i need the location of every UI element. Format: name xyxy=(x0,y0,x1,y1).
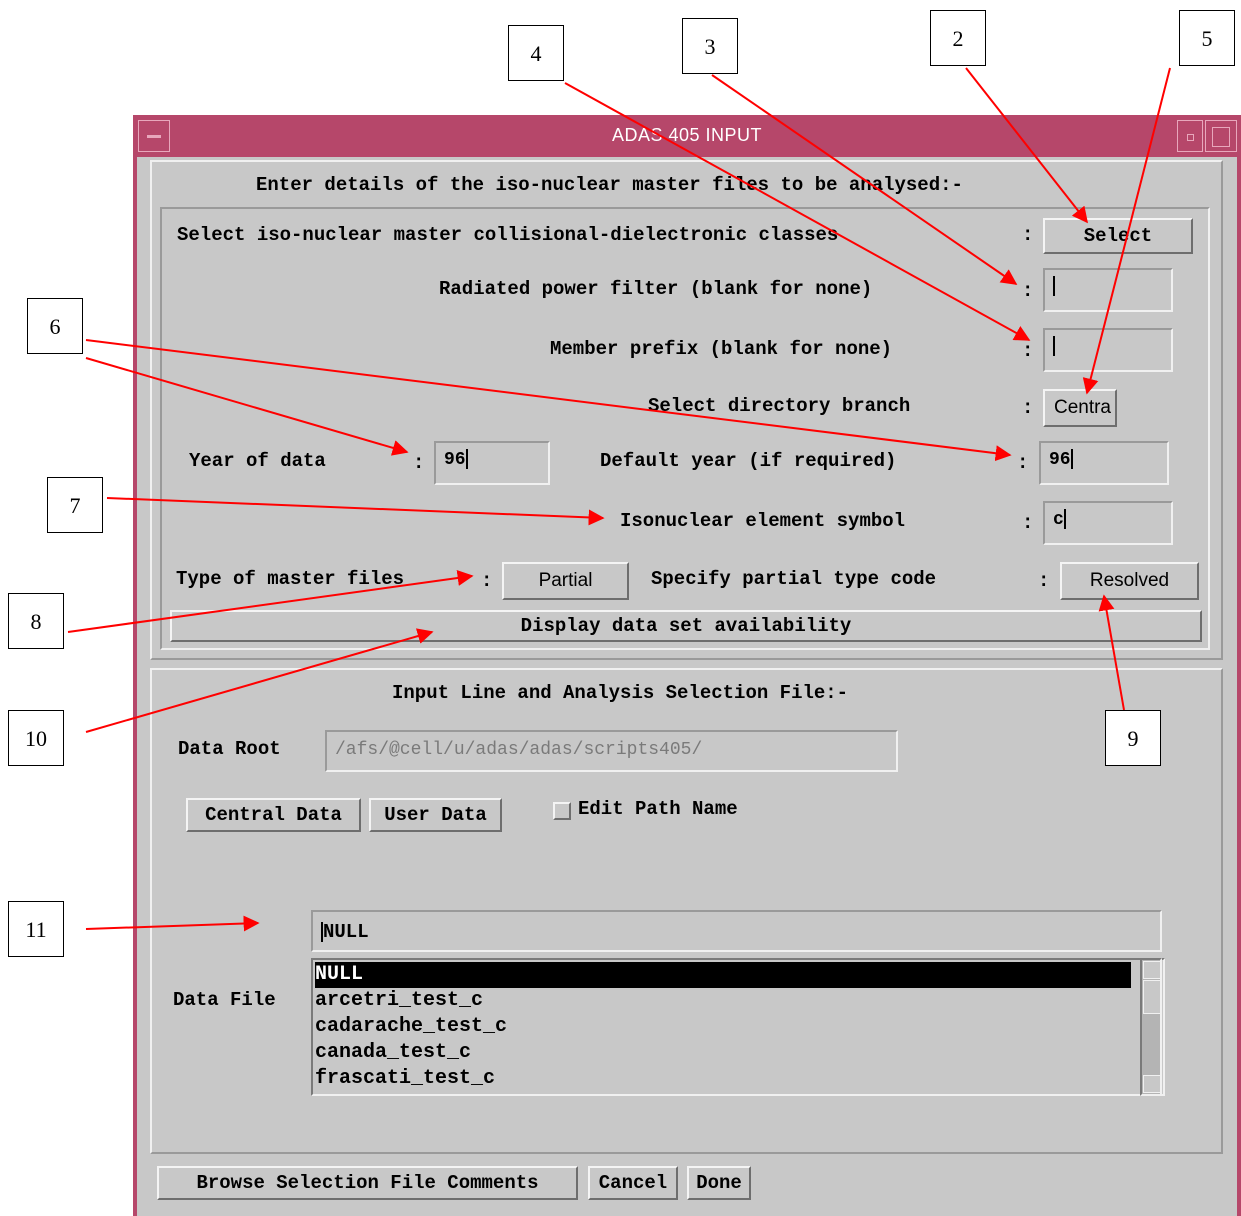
callout-4-arrow xyxy=(564,82,1031,341)
callout-8: 8 xyxy=(8,593,64,649)
callout-6: 6 xyxy=(27,298,83,354)
callout-2: 2 xyxy=(930,10,986,66)
callout-5-arrow xyxy=(1082,67,1171,395)
callout-10: 10 xyxy=(8,710,64,766)
callout-3-arrow xyxy=(711,74,1018,285)
callout-7: 7 xyxy=(47,477,103,533)
callout-9: 9 xyxy=(1105,710,1161,766)
callout-4: 4 xyxy=(508,25,564,81)
callout-7-arrow xyxy=(106,497,605,526)
callout-3: 3 xyxy=(682,18,738,74)
callout-5: 5 xyxy=(1179,10,1235,66)
callout-11-arrow xyxy=(85,915,260,932)
callout-8-arrow xyxy=(67,570,474,633)
callout-11: 11 xyxy=(8,901,64,957)
callout-2-arrow xyxy=(965,67,1088,224)
annotation-arrows xyxy=(67,67,1171,932)
callout-10-arrow xyxy=(85,628,434,733)
callout-6-arrow-b xyxy=(85,357,409,456)
callout-6-arrow-a xyxy=(85,339,1012,462)
callout-9-arrow xyxy=(1098,594,1125,711)
